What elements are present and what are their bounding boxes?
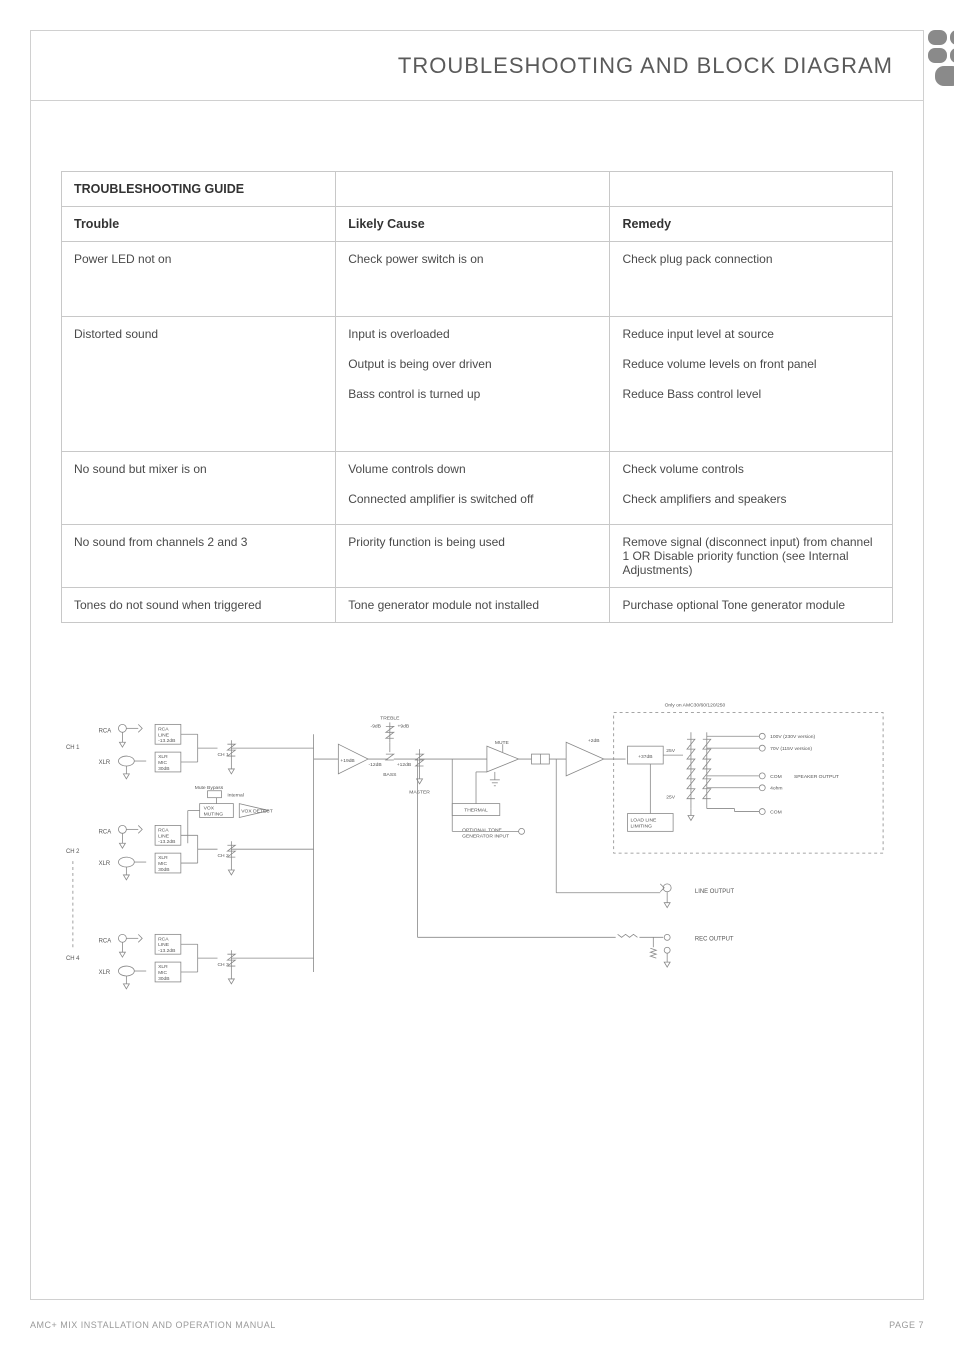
table-row: Power LED not on Check power switch is o… <box>62 242 893 317</box>
mute-label: MUTE <box>495 740 510 746</box>
bass-label: BASS <box>383 772 397 778</box>
col-remedy: Remedy <box>610 207 893 242</box>
cell-trouble: Power LED not on <box>62 242 336 317</box>
out-100v: 100V (230V version) <box>770 734 815 740</box>
ch2-knob: CH 2 <box>217 853 229 859</box>
footer-right: PAGE 7 <box>889 1320 924 1330</box>
col-trouble: Trouble <box>62 207 336 242</box>
cell-trouble: No sound from channels 2 and 3 <box>62 525 336 588</box>
thermal: THERMAL <box>464 808 488 814</box>
plus37db: +37dB <box>638 754 653 760</box>
footer-left: AMC+ MIX INSTALLATION AND OPERATION MANU… <box>30 1320 276 1330</box>
tap25-2: 25V <box>666 795 675 801</box>
table-row: No sound but mixer is on Volume controls… <box>62 452 893 525</box>
cell-cause: Tone generator module not installed <box>336 588 610 623</box>
cell-trouble: No sound but mixer is on <box>62 452 336 525</box>
bass-range: -12dB +12dB <box>368 762 411 768</box>
table-section-label: TROUBLESHOOTING GUIDE <box>62 172 336 207</box>
cell-cause: Check power switch is on <box>336 242 610 317</box>
line-output: LINE OUTPUT <box>695 889 735 895</box>
page-title: TROUBLESHOOTING AND BLOCK DIAGRAM <box>398 53 893 79</box>
rca-label: RCA <box>99 728 112 734</box>
table-row: No sound from channels 2 and 3 Priority … <box>62 525 893 588</box>
rec-output: REC OUTPUT <box>695 936 734 942</box>
treble-label: TREBLE <box>380 715 400 721</box>
xlr-label: XLR <box>99 760 111 766</box>
block-diagram-svg: CH 1 RCA XLR RCALINE-13.2dB XLRMIC30dB C… <box>61 693 893 1043</box>
cell-cause: Priority function is being used <box>336 525 610 588</box>
empty-header <box>610 172 893 207</box>
empty-header <box>336 172 610 207</box>
page-header: TROUBLESHOOTING AND BLOCK DIAGRAM <box>31 31 923 101</box>
col-cause: Likely Cause <box>336 207 610 242</box>
out-70v: 70V (115V version) <box>770 746 812 752</box>
block-diagram: CH 1 RCA XLR RCALINE-13.2dB XLRMIC30dB C… <box>61 693 893 1043</box>
table-row: Tones do not sound when triggered Tone g… <box>62 588 893 623</box>
mute-bypass: Mute Bypass <box>195 785 224 791</box>
brand-logo-icon <box>923 30 954 95</box>
page-content: TROUBLESHOOTING GUIDE Trouble Likely Cau… <box>31 101 923 1073</box>
out-speaker: SPEAKER OUTPUT <box>794 774 839 780</box>
rca-label: RCA <box>99 938 112 944</box>
plus2db: +2dB <box>588 738 600 744</box>
ch1-knob: CH 1 <box>217 752 229 758</box>
xlr-label: XLR <box>99 861 111 867</box>
table-header-row: TROUBLESHOOTING GUIDE <box>62 172 893 207</box>
ch1-label: CH 1 <box>66 745 80 751</box>
cell-cause: Volume controls down Connected amplifier… <box>336 452 610 525</box>
master-label: MASTER <box>409 790 430 796</box>
cell-remedy: Purchase optional Tone generator module <box>610 588 893 623</box>
xlr-label: XLR <box>99 970 111 976</box>
out-com2: COM <box>770 810 782 816</box>
vox-detect: VOX DETECT <box>241 809 273 815</box>
ch2-label: CH 2 <box>66 849 80 855</box>
cell-remedy: Check plug pack connection <box>610 242 893 317</box>
out-com1: COM <box>770 774 782 780</box>
troubleshooting-table: TROUBLESHOOTING GUIDE Trouble Likely Cau… <box>61 171 893 623</box>
page-frame: TROUBLESHOOTING AND BLOCK DIAGRAM TROUBL… <box>30 30 924 1300</box>
internal: Internal <box>227 793 243 799</box>
ch4-label: CH 4 <box>66 956 80 962</box>
table-columns-row: Trouble Likely Cause Remedy <box>62 207 893 242</box>
page-footer: AMC+ MIX INSTALLATION AND OPERATION MANU… <box>30 1320 924 1330</box>
rca-label: RCA <box>99 829 112 835</box>
top-note: Only on AMC30/60/120/250 <box>665 703 726 709</box>
cell-cause: Input is overloaded Output is being over… <box>336 317 610 452</box>
cell-trouble: Distorted sound <box>62 317 336 452</box>
ch3-knob: CH 3 <box>217 962 229 968</box>
out-4ohm: 4ohm <box>770 786 782 792</box>
optional-tone-input: OPTIONAL TONEGENERATOR INPUT <box>462 827 509 839</box>
cell-remedy: Check volume controls Check amplifiers a… <box>610 452 893 525</box>
table-row: Distorted sound Input is overloaded Outp… <box>62 317 893 452</box>
cell-trouble: Tones do not sound when triggered <box>62 588 336 623</box>
tap25-1: 25V <box>666 748 675 754</box>
cell-remedy: Reduce input level at source Reduce volu… <box>610 317 893 452</box>
cell-remedy: Remove signal (disconnect input) from ch… <box>610 525 893 588</box>
preamp-gain: +19dB <box>340 758 355 764</box>
